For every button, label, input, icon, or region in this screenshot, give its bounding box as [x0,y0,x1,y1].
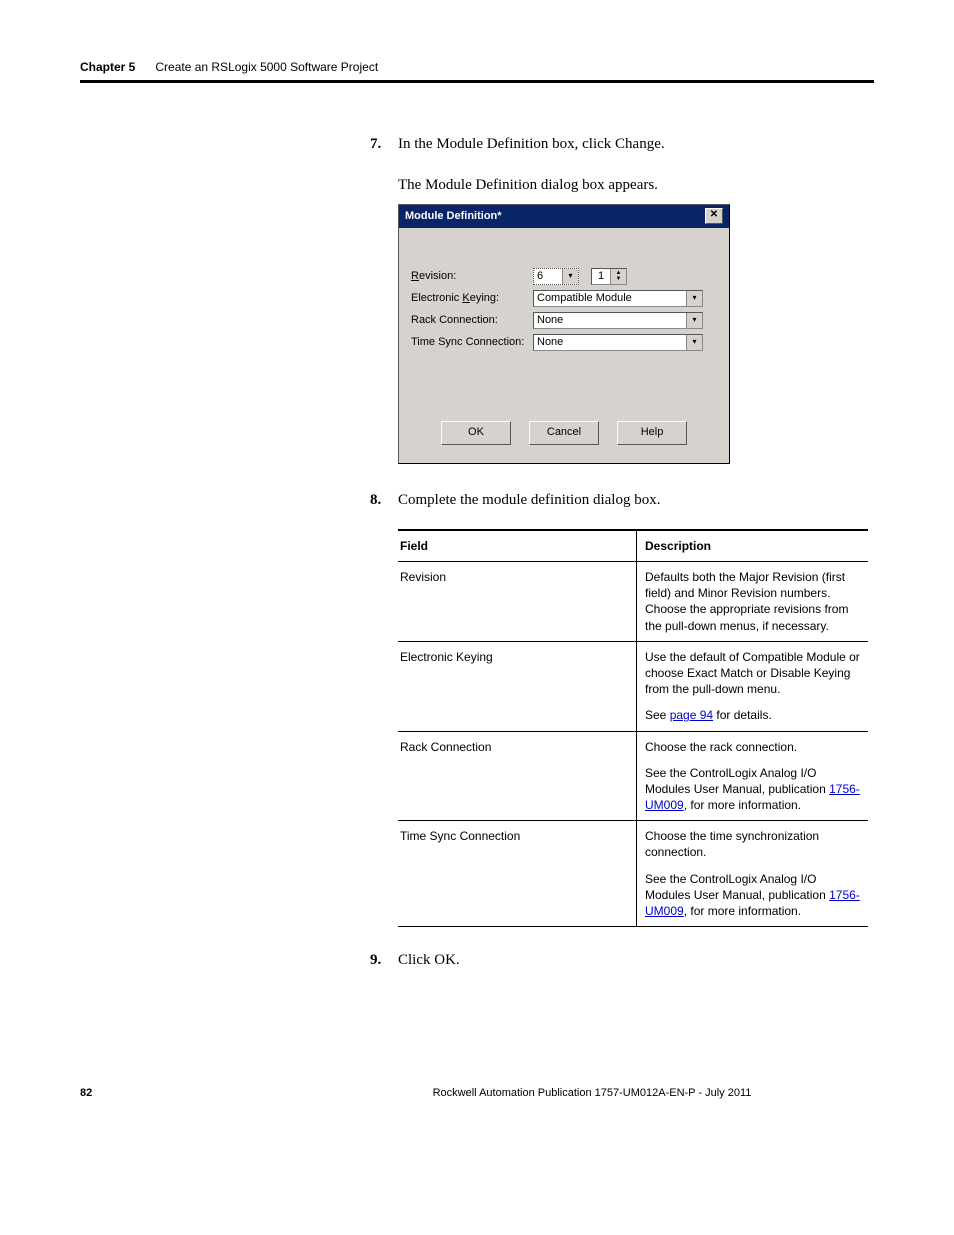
major-revision-select[interactable]: 6 ▾ [533,268,579,285]
chevron-down-icon: ▾ [686,335,702,350]
chapter-number: Chapter 5 [80,60,135,74]
step-caption: The Module Definition dialog box appears… [398,174,874,197]
electronic-keying-select[interactable]: Compatible Module ▾ [533,290,703,307]
close-icon[interactable]: ✕ [705,208,723,224]
field-name: Rack Connection [398,731,637,821]
rack-connection-label: Rack Connection: [411,312,533,329]
col-field: Field [398,530,637,562]
timesync-connection-select[interactable]: None ▾ [533,334,703,351]
chevron-down-icon: ▾ [562,269,578,284]
page-header: Chapter 5 Create an RSLogix 5000 Softwar… [80,60,874,83]
rack-connection-select[interactable]: None ▾ [533,312,703,329]
page-number: 82 [80,1087,310,1099]
module-definition-dialog: Module Definition* ✕ Revision: 6 ▾ 1 [398,204,730,464]
table-row: Revision Defaults both the Major Revisio… [398,562,868,642]
cancel-button[interactable]: Cancel [529,421,599,445]
field-description: Choose the time synchronization connecti… [637,821,869,927]
step-9: 9. Click OK. [370,949,874,972]
publication-info: Rockwell Automation Publication 1757-UM0… [310,1087,874,1099]
page-footer: 82 Rockwell Automation Publication 1757-… [80,1087,874,1099]
minor-revision-spinner[interactable]: 1 ▲▼ [591,268,627,285]
step-text: In the Module Definition box, click Chan… [398,133,874,156]
step-7: 7. In the Module Definition box, click C… [370,133,874,464]
field-name: Electronic Keying [398,641,637,731]
table-row: Electronic Keying Use the default of Com… [398,641,868,731]
field-description: Choose the rack connection. See the Cont… [637,731,869,821]
field-description: Use the default of Compatible Module or … [637,641,869,731]
ok-button[interactable]: OK [441,421,511,445]
page-link[interactable]: page 94 [670,708,713,722]
field-description-table: Field Description Revision Defaults both… [398,529,868,927]
revision-label: Revision: [411,268,533,285]
field-name: Revision [398,562,637,642]
table-row: Rack Connection Choose the rack connecti… [398,731,868,821]
table-row: Time Sync Connection Choose the time syn… [398,821,868,927]
step-text: Complete the module definition dialog bo… [398,489,874,512]
step-8: 8. Complete the module definition dialog… [370,489,874,928]
col-description: Description [637,530,869,562]
field-description: Defaults both the Major Revision (first … [637,562,869,642]
dialog-title: Module Definition* [405,208,502,225]
help-button[interactable]: Help [617,421,687,445]
keying-label: Electronic Keying: [411,290,533,307]
field-name: Time Sync Connection [398,821,637,927]
step-number: 9. [370,949,381,972]
timesync-connection-label: Time Sync Connection: [411,334,533,351]
step-number: 7. [370,133,381,156]
chevron-down-icon: ▾ [686,313,702,328]
chapter-title: Create an RSLogix 5000 Software Project [155,60,378,74]
chevron-down-icon: ▾ [686,291,702,306]
dialog-titlebar: Module Definition* ✕ [399,205,729,228]
step-text: Click OK. [398,949,874,972]
step-number: 8. [370,489,381,512]
spin-buttons: ▲▼ [610,269,626,284]
